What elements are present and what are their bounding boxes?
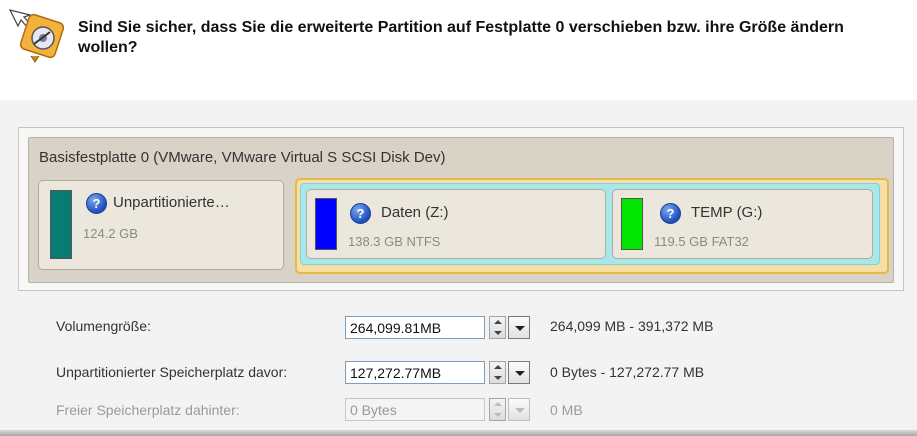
extended-partition-inner: ? Daten (Z:) 138.3 GB NTFS ? TEMP (G:) 1… (300, 183, 880, 265)
free-after-spinner (489, 398, 506, 421)
free-after-input (345, 398, 485, 421)
unallocated-before-spinner[interactable] (489, 361, 506, 384)
volume-size-spinner[interactable] (489, 316, 506, 339)
free-after-label: Freier Speicherplatz dahinter: (56, 402, 240, 418)
disk-map-frame: Basisfestplatte 0 (VMware, VMware Virtua… (18, 127, 904, 291)
partition-color-swatch (315, 198, 337, 250)
partition-temp[interactable]: ? TEMP (G:) 119.5 GB FAT32 (612, 189, 873, 259)
wizard-resize-icon (8, 9, 65, 63)
partition-info: 138.3 GB NTFS (348, 234, 441, 249)
partition-name: Unpartitionierte… (113, 194, 230, 211)
partition-name: Daten (Z:) (381, 204, 449, 221)
window-bottom-edge (0, 430, 917, 436)
extended-partition[interactable]: ? Daten (Z:) 138.3 GB NTFS ? TEMP (G:) 1… (295, 178, 889, 274)
partition-daten[interactable]: ? Daten (Z:) 138.3 GB NTFS (306, 189, 606, 259)
help-icon[interactable]: ? (660, 203, 681, 224)
disk-title: Basisfestplatte 0 (VMware, VMware Virtua… (39, 149, 446, 166)
free-after-range: 0 MB (550, 402, 583, 418)
volume-size-unit-dropdown[interactable] (508, 316, 530, 339)
help-icon[interactable]: ? (350, 203, 371, 224)
volume-size-range: 264,099 MB - 391,372 MB (550, 318, 714, 334)
unallocated-before-input[interactable] (345, 361, 485, 384)
volume-size-input[interactable] (345, 316, 485, 339)
partition-color-swatch (50, 190, 72, 259)
help-icon[interactable]: ? (86, 193, 107, 214)
volume-size-label: Volumengröße: (56, 318, 151, 334)
partition-info: 124.2 GB (83, 226, 138, 241)
partition-info: 119.5 GB FAT32 (654, 234, 749, 249)
partition-color-swatch (621, 198, 643, 250)
unallocated-before-unit-dropdown[interactable] (508, 361, 530, 384)
unallocated-before-range: 0 Bytes - 127,272.77 MB (550, 364, 705, 380)
partition-name: TEMP (G:) (691, 204, 763, 221)
disk-panel: Basisfestplatte 0 (VMware, VMware Virtua… (28, 137, 894, 283)
free-after-unit-dropdown (508, 398, 530, 421)
partition-unallocated[interactable]: ? Unpartitionierte… 124.2 GB (38, 180, 284, 270)
unallocated-before-label: Unpartitionierter Speicherplatz davor: (56, 364, 288, 380)
confirmation-question: Sind Sie sicher, dass Sie die erweiterte… (78, 19, 844, 56)
dialog-header: Sind Sie sicher, dass Sie die erweiterte… (0, 0, 917, 100)
